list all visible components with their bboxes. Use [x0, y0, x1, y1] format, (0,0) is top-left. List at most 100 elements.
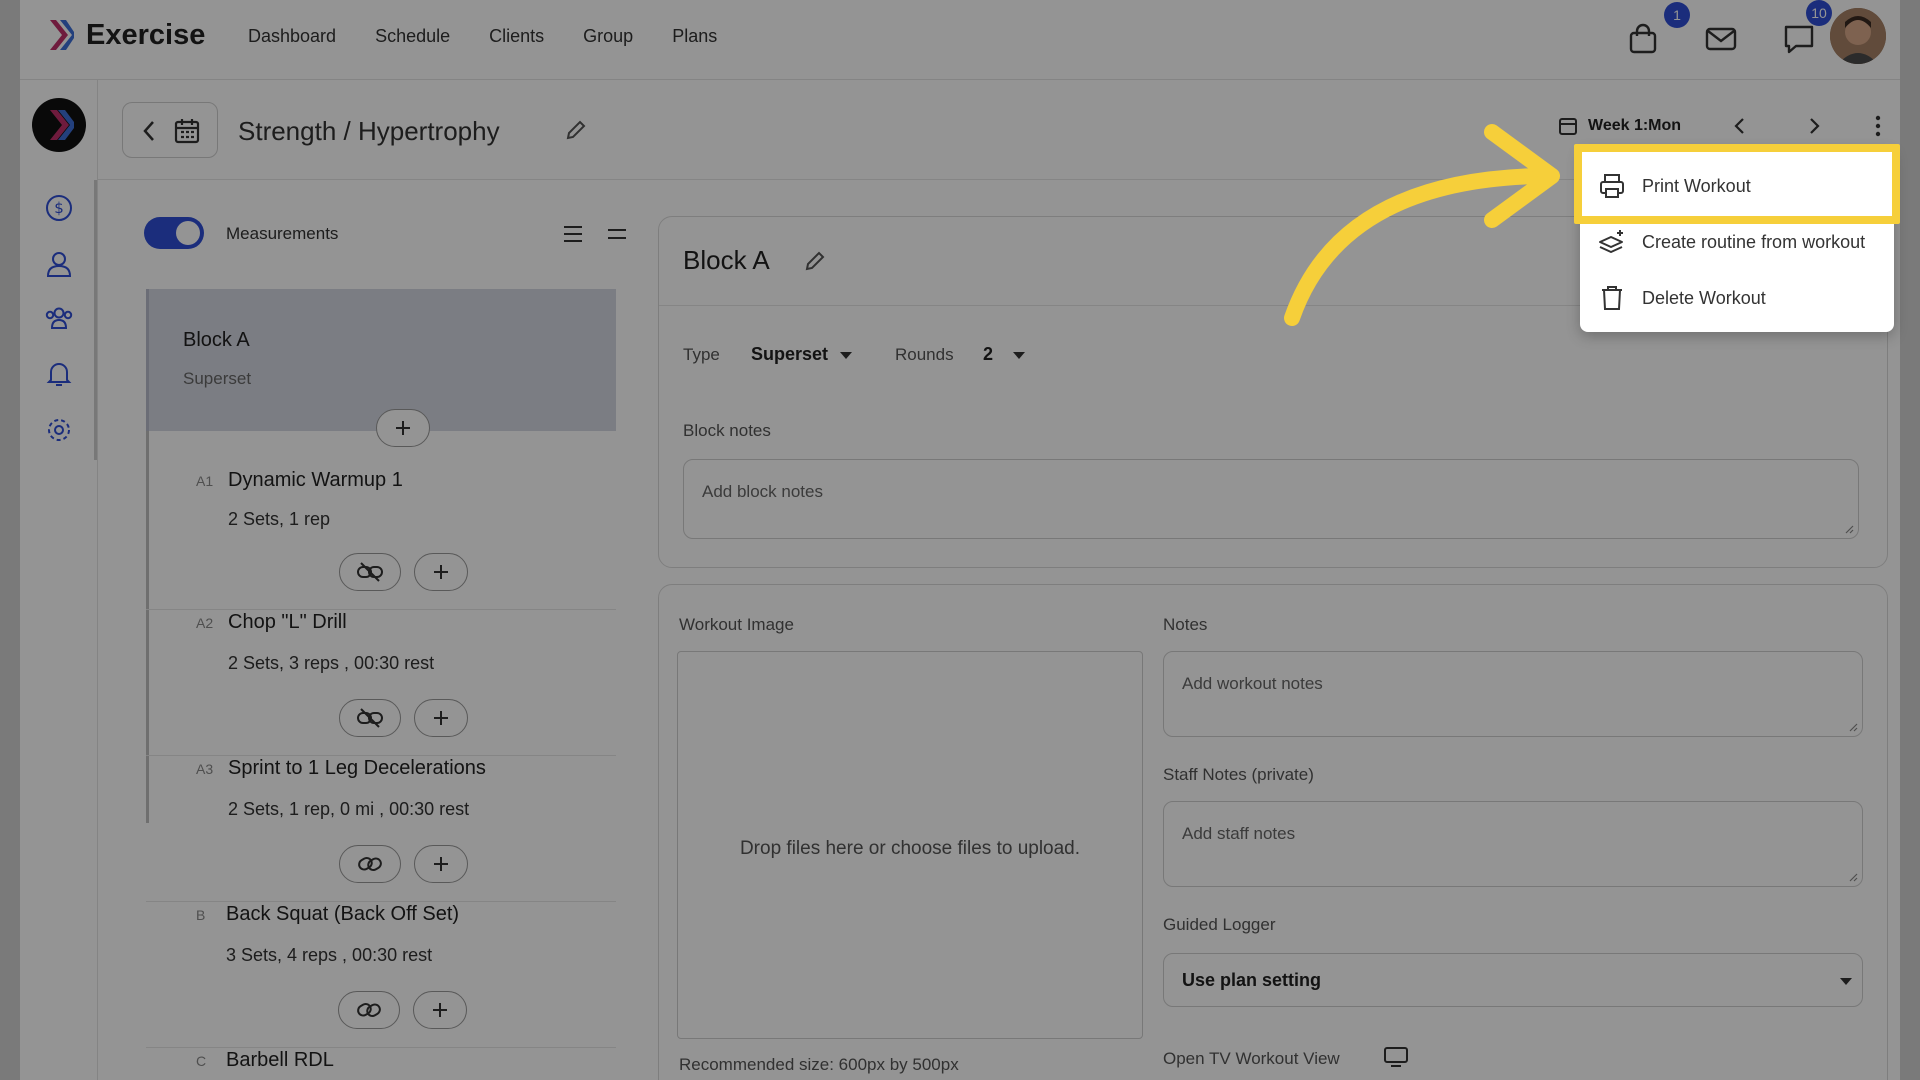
plus-icon	[434, 857, 448, 871]
tv-monitor-icon[interactable]	[1383, 1045, 1409, 1069]
more-options-icon[interactable]	[1873, 114, 1883, 138]
menu-item-delete-workout[interactable]: Delete Workout	[1580, 270, 1894, 326]
exercise-name[interactable]: Barbell RDL	[226, 1049, 334, 1072]
notes-label: Notes	[1163, 615, 1208, 634]
exercise-name[interactable]: Sprint to 1 Leg Decelerations	[228, 757, 486, 780]
nav-group[interactable]: Group	[583, 26, 633, 47]
brand[interactable]: Exercise	[46, 18, 205, 52]
type-caret-icon	[840, 352, 853, 360]
nav-clients[interactable]: Clients	[489, 26, 544, 47]
add-to-block-button[interactable]	[376, 409, 430, 447]
link-button[interactable]	[338, 991, 400, 1029]
brand-name: Exercise	[86, 18, 206, 51]
menu-item-label: Delete Workout	[1642, 287, 1766, 308]
top-nav: Exercise Dashboard Schedule Clients Grou…	[20, 0, 1900, 80]
avatar[interactable]	[1830, 8, 1886, 64]
shopping-bag-icon[interactable]	[1626, 22, 1660, 56]
resize-grip-icon[interactable]	[1848, 722, 1858, 732]
rail-scrollbar[interactable]	[94, 180, 97, 460]
exercise-detail: 3 Sets, 4 reps , 00:30 rest	[226, 945, 433, 965]
blocks-column: Measurements Block A Superset A1 Dynamic…	[98, 181, 678, 1080]
type-label: Type	[683, 345, 720, 364]
recommended-size-text: Recommended size: 600px by 500px	[679, 1055, 959, 1074]
chat-badge: 10	[1806, 0, 1832, 26]
divider	[146, 609, 616, 610]
chevron-left-icon[interactable]	[141, 119, 157, 143]
mail-icon[interactable]	[1704, 22, 1738, 56]
main-nav: Dashboard Schedule Clients Group Plans	[248, 26, 717, 47]
plus-icon	[434, 711, 448, 725]
rounds-select[interactable]: 2	[983, 344, 1026, 365]
block-card[interactable]: Block A Superset	[146, 289, 616, 431]
divider	[146, 901, 616, 902]
type-select[interactable]: Superset	[751, 344, 853, 365]
exercise-name[interactable]: Back Squat (Back Off Set)	[226, 903, 459, 926]
user-icon[interactable]	[45, 250, 73, 278]
exercise-label: A3	[196, 761, 214, 777]
left-rail: $	[20, 80, 98, 1080]
staff-notes-placeholder: Add staff notes	[1182, 824, 1296, 843]
add-exercise-button[interactable]	[414, 553, 468, 591]
nav-plans[interactable]: Plans	[672, 26, 717, 47]
staff-notes-field[interactable]: Add staff notes	[1163, 801, 1863, 887]
resize-grip-icon[interactable]	[1844, 524, 1854, 534]
workout-notes-placeholder: Add workout notes	[1182, 674, 1323, 693]
collapsed-list-icon[interactable]	[606, 223, 628, 245]
layers-plus-icon	[1599, 230, 1623, 253]
workout-notes-field[interactable]: Add workout notes	[1163, 651, 1863, 737]
resize-grip-icon[interactable]	[1848, 872, 1858, 882]
expanded-list-icon[interactable]	[562, 223, 584, 245]
rounds-label: Rounds	[895, 345, 954, 364]
rounds-value: 2	[983, 344, 994, 364]
exercise-label: C	[196, 1053, 207, 1069]
chat-icon[interactable]	[1782, 22, 1816, 56]
block-notes-field[interactable]: Add block notes	[683, 459, 1859, 539]
add-exercise-button[interactable]	[413, 991, 467, 1029]
link-button[interactable]	[339, 845, 401, 883]
dollar-icon[interactable]: $	[45, 194, 73, 222]
measurements-label: Measurements	[226, 224, 339, 243]
exercise-name[interactable]: Chop "L" Drill	[228, 611, 347, 634]
plus-icon	[434, 565, 448, 579]
tv-view-label[interactable]: Open TV Workout View	[1163, 1049, 1340, 1069]
exercise-label: A1	[196, 473, 214, 489]
edit-block-pencil-icon[interactable]	[803, 249, 827, 273]
exercise-detail: 2 Sets, 1 rep, 0 mi , 00:30 rest	[228, 799, 470, 819]
group-icon[interactable]	[45, 304, 73, 332]
exercise-name[interactable]: Dynamic Warmup 1	[228, 469, 403, 492]
unlink-button[interactable]	[339, 553, 401, 591]
divider	[146, 755, 616, 756]
avatar-image	[1830, 8, 1886, 64]
block-notes-placeholder: Add block notes	[702, 482, 823, 501]
unlink-button[interactable]	[339, 699, 401, 737]
bell-icon[interactable]	[45, 360, 73, 388]
menu-item-label: Create routine from workout	[1642, 231, 1866, 252]
add-exercise-button[interactable]	[414, 845, 468, 883]
workout-image-label: Workout Image	[679, 615, 794, 634]
exercise-label: A2	[196, 615, 214, 631]
plus-icon	[396, 421, 410, 435]
brand-logo-icon	[50, 20, 74, 50]
edit-pencil-icon[interactable]	[564, 118, 588, 142]
logger-caret-icon	[1840, 978, 1852, 985]
org-logo[interactable]	[32, 98, 86, 152]
add-exercise-button[interactable]	[414, 699, 468, 737]
block-notes-label: Block notes	[683, 421, 771, 440]
prev-day-chevron-icon[interactable]	[1728, 114, 1752, 138]
nav-schedule[interactable]: Schedule	[375, 26, 450, 47]
nav-dashboard[interactable]: Dashboard	[248, 26, 336, 47]
trash-icon	[1602, 286, 1622, 310]
workout-panel: Workout Image Drop files here or choose …	[658, 584, 1888, 1080]
calendar-icon[interactable]	[173, 117, 201, 145]
annotation-arrow-icon	[1284, 124, 1560, 326]
link-icon	[357, 1003, 381, 1017]
next-day-chevron-icon[interactable]	[1802, 114, 1826, 138]
workout-title: Strength / Hypertrophy	[238, 116, 500, 146]
cart-badge: 1	[1664, 2, 1690, 28]
guided-logger-select[interactable]: Use plan setting	[1163, 953, 1863, 1007]
dropzone-text: Drop files here or choose files to uploa…	[739, 838, 1081, 859]
block-panel-title: Block A	[683, 245, 770, 275]
image-dropzone[interactable]: Drop files here or choose files to uploa…	[677, 651, 1143, 1039]
settings-gear-icon[interactable]	[45, 416, 73, 444]
measurements-toggle[interactable]	[144, 217, 204, 249]
